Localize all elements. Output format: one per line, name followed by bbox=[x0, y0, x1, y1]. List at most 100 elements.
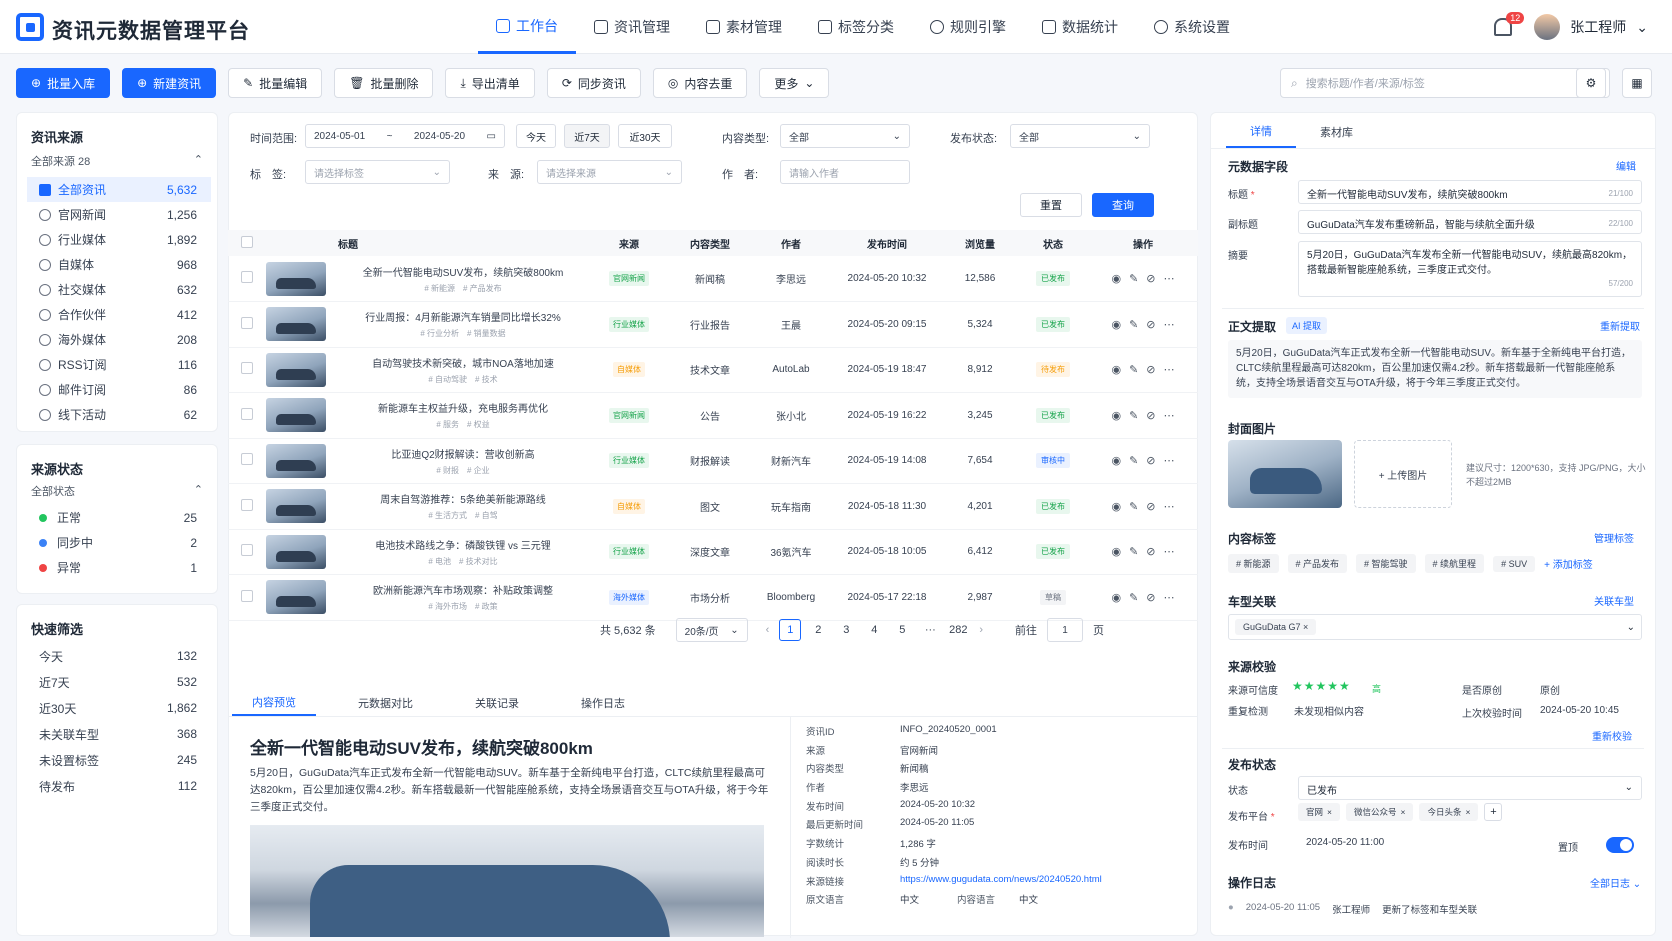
sidebar-item-source[interactable]: 自媒体 968 bbox=[27, 252, 211, 277]
link-icon[interactable]: ⊘ bbox=[1146, 409, 1155, 422]
edit-icon[interactable]: ✎ bbox=[1129, 318, 1138, 331]
thumbnail-image[interactable] bbox=[266, 352, 326, 387]
tab-preview[interactable]: 内容预览 bbox=[232, 690, 316, 716]
more-icon[interactable]: ⋯ bbox=[1164, 318, 1175, 331]
tab-material[interactable]: 素材库 bbox=[1296, 116, 1377, 148]
edit-icon[interactable]: ✎ bbox=[1129, 500, 1138, 513]
link-icon[interactable]: ⊘ bbox=[1146, 500, 1155, 513]
row-title[interactable]: 全新一代智能电动SUV发布，续航突破800km bbox=[338, 264, 588, 279]
tab-detail[interactable]: 详情 bbox=[1226, 116, 1296, 148]
status-item[interactable]: 正常 25 bbox=[27, 505, 211, 530]
sidebar-item-source[interactable]: 行业媒体 1,892 bbox=[27, 227, 211, 252]
sidebar-item-source[interactable]: 线下活动 62 bbox=[27, 402, 211, 427]
prev-page-icon[interactable]: ‹ bbox=[766, 624, 770, 636]
status-select[interactable]: 全部 ⌄ bbox=[1010, 124, 1150, 148]
page-number[interactable]: ··· bbox=[919, 619, 941, 641]
view-icon[interactable]: ◉ bbox=[1111, 272, 1121, 285]
row-checkbox[interactable] bbox=[241, 362, 253, 375]
content-tag[interactable]: # 续航里程 bbox=[1424, 554, 1485, 573]
edit-icon[interactable]: ✎ bbox=[1129, 591, 1138, 604]
link-icon[interactable]: ⊘ bbox=[1146, 591, 1155, 604]
content-tag[interactable]: # 产品发布 bbox=[1287, 554, 1348, 573]
more-icon[interactable]: ⋯ bbox=[1164, 454, 1175, 467]
nav-assets[interactable]: 素材管理 bbox=[688, 0, 800, 54]
thumbnail-image[interactable] bbox=[266, 534, 326, 569]
thumbnail-image[interactable] bbox=[266, 489, 326, 524]
view-icon[interactable]: ◉ bbox=[1111, 500, 1121, 513]
thumbnail-image[interactable] bbox=[266, 398, 326, 433]
meta-value[interactable]: https://www.gugudata.com/news/20240520.h… bbox=[900, 874, 1102, 893]
select-all-checkbox[interactable] bbox=[241, 235, 253, 248]
source-select[interactable]: 请选择来源 ⌄ bbox=[537, 160, 682, 184]
table-row[interactable]: 比亚迪Q2财报解读：营收创新高 # 财报 # 企业 行业媒体 财报解读 财新汽车 2024… bbox=[228, 438, 1198, 484]
query-button[interactable]: 查询 bbox=[1092, 193, 1154, 217]
row-title[interactable]: 新能源车主权益升级，充电服务再优化 bbox=[338, 400, 588, 415]
sidebar-item-source[interactable]: 合作伙伴 412 bbox=[27, 302, 211, 327]
sync-button[interactable]: ⟳ 同步资讯 bbox=[546, 68, 641, 98]
thumbnail-image[interactable] bbox=[266, 443, 326, 478]
model-select[interactable]: GuGuData G7 × ⌄ bbox=[1228, 614, 1642, 640]
sidebar-item-source[interactable]: 全部资讯 5,632 bbox=[27, 177, 211, 202]
nav-tags[interactable]: 标签分类 bbox=[800, 0, 912, 54]
more-icon[interactable]: ⋯ bbox=[1164, 409, 1175, 422]
close-icon[interactable]: × bbox=[1401, 807, 1406, 817]
dedupe-button[interactable]: ◎ 内容去重 bbox=[652, 68, 748, 98]
content-tag[interactable]: # SUV bbox=[1493, 555, 1536, 572]
summary-field[interactable]: 5月20日，GuGuData汽车发布全新一代智能电动SUV，续航最高820km，… bbox=[1298, 241, 1642, 297]
tab-logs[interactable]: 操作日志 bbox=[561, 690, 645, 716]
user-name[interactable]: 张工程师 bbox=[1570, 17, 1626, 37]
tab-meta-compare[interactable]: 元数据对比 bbox=[338, 690, 433, 716]
row-title[interactable]: 行业周报：4月新能源汽车销量同比增长32% bbox=[338, 309, 588, 324]
chip-30days[interactable]: 近30天 bbox=[618, 124, 672, 148]
edit-icon[interactable]: ✎ bbox=[1129, 409, 1138, 422]
thumbnail-image[interactable] bbox=[266, 580, 326, 615]
view-icon[interactable]: ◉ bbox=[1111, 409, 1121, 422]
page-number[interactable]: 1 bbox=[779, 619, 802, 641]
edit-icon[interactable]: ✎ bbox=[1129, 454, 1138, 467]
table-row[interactable]: 全新一代智能电动SUV发布，续航突破800km # 新能源 # 产品发布 官网新闻 新… bbox=[228, 256, 1198, 302]
settings-button[interactable]: ⚙ bbox=[1576, 68, 1606, 98]
chevron-down-icon[interactable]: ⌄ bbox=[1636, 19, 1648, 36]
thumbnail-image[interactable] bbox=[266, 261, 326, 296]
row-checkbox[interactable] bbox=[241, 271, 253, 283]
content-tag[interactable]: # 智能驾驶 bbox=[1356, 554, 1416, 573]
quick-filter-item[interactable]: 近7天 532 bbox=[27, 669, 211, 695]
row-checkbox[interactable] bbox=[241, 544, 253, 557]
edit-icon[interactable]: ✎ bbox=[1129, 363, 1138, 376]
more-icon[interactable]: ⋯ bbox=[1164, 500, 1175, 513]
row-title[interactable]: 周末自驾游推荐：5条绝美新能源路线 bbox=[338, 491, 588, 506]
view-icon[interactable]: ◉ bbox=[1111, 363, 1121, 376]
new-news-button[interactable]: ⊕ 新建资讯 bbox=[122, 68, 217, 98]
view-icon[interactable]: ◉ bbox=[1111, 545, 1121, 558]
sources-all-toggle[interactable]: 全部来源 28 ⌃ bbox=[31, 153, 203, 169]
page-number[interactable]: 5 bbox=[891, 619, 913, 641]
batch-edit-button[interactable]: ✎ 批量编辑 bbox=[228, 68, 323, 98]
sidebar-item-source[interactable]: 邮件订阅 86 bbox=[27, 377, 211, 402]
quick-filter-item[interactable]: 今天 132 bbox=[27, 643, 211, 669]
page-number[interactable]: 282 bbox=[947, 619, 969, 641]
view-icon[interactable]: ◉ bbox=[1111, 318, 1121, 331]
sidebar-item-source[interactable]: 社交媒体 632 bbox=[27, 277, 211, 302]
quick-filter-item[interactable]: 待发布 112 bbox=[27, 773, 211, 799]
content-tag[interactable]: # 新能源 bbox=[1228, 554, 1279, 573]
reset-button[interactable]: 重置 bbox=[1020, 193, 1082, 217]
link-icon[interactable]: ⊘ bbox=[1146, 454, 1155, 467]
state-select[interactable]: 已发布 ⌄ bbox=[1298, 776, 1642, 800]
link-icon[interactable]: ⊘ bbox=[1146, 272, 1155, 285]
row-title[interactable]: 比亚迪Q2财报解读：营收创新高 bbox=[338, 446, 588, 461]
batch-import-button[interactable]: ⊕ 批量入库 bbox=[16, 68, 111, 98]
status-all-toggle[interactable]: 全部状态 ⌃ bbox=[31, 483, 203, 499]
page-size-select[interactable]: 20条/页 ⌄ bbox=[675, 618, 748, 642]
nav-rules[interactable]: 规则引擎 bbox=[912, 0, 1024, 54]
date-range-input[interactable]: 2024-05-01 ~2024-05-20 ▭ bbox=[305, 124, 505, 148]
page-number[interactable]: 4 bbox=[863, 619, 885, 641]
add-platform-icon[interactable]: + bbox=[1484, 803, 1503, 821]
pin-toggle[interactable] bbox=[1606, 837, 1634, 853]
manage-tags-link[interactable]: 管理标签 bbox=[1594, 530, 1634, 545]
sidebar-item-source[interactable]: RSS订阅 116 bbox=[27, 352, 211, 377]
row-title[interactable]: 电池技术路线之争：磷酸铁锂 vs 三元锂 bbox=[338, 537, 588, 552]
quick-filter-item[interactable]: 近30天 1,862 bbox=[27, 695, 211, 721]
table-row[interactable]: 电池技术路线之争：磷酸铁锂 vs 三元锂 # 电池 # 技术对比 行业媒体 深度文章 3… bbox=[228, 529, 1198, 575]
close-icon[interactable]: × bbox=[1327, 807, 1332, 817]
table-row[interactable]: 自动驾驶技术新突破，城市NOA落地加速 # 自动驾驶 # 技术 自媒体 技术文章 Aut… bbox=[228, 347, 1198, 393]
